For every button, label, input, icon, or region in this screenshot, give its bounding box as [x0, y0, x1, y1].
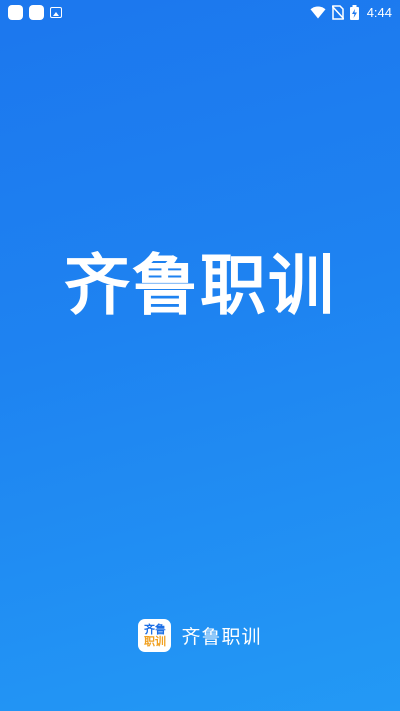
status-bar-right: 4:44 — [310, 4, 392, 20]
image-icon — [50, 6, 62, 18]
status-bar-left — [8, 4, 62, 20]
battery-charging-icon — [349, 4, 359, 20]
status-bar: 4:44 — [0, 0, 400, 24]
wifi-icon — [310, 6, 326, 18]
splash-footer: 齐鲁 职训 齐鲁职训 — [0, 618, 400, 652]
logo-text-top: 齐鲁 — [143, 622, 166, 636]
status-time: 4:44 — [366, 4, 392, 20]
notification-app-icon — [8, 4, 23, 20]
notification-app-icon — [29, 4, 44, 20]
no-sim-icon — [331, 4, 344, 20]
footer-app-name: 齐鲁职训 — [181, 625, 262, 648]
splash-title: 齐鲁职训 — [64, 247, 336, 324]
app-logo-icon: 齐鲁 职训 — [138, 618, 172, 652]
logo-text-bottom: 职训 — [143, 634, 166, 648]
